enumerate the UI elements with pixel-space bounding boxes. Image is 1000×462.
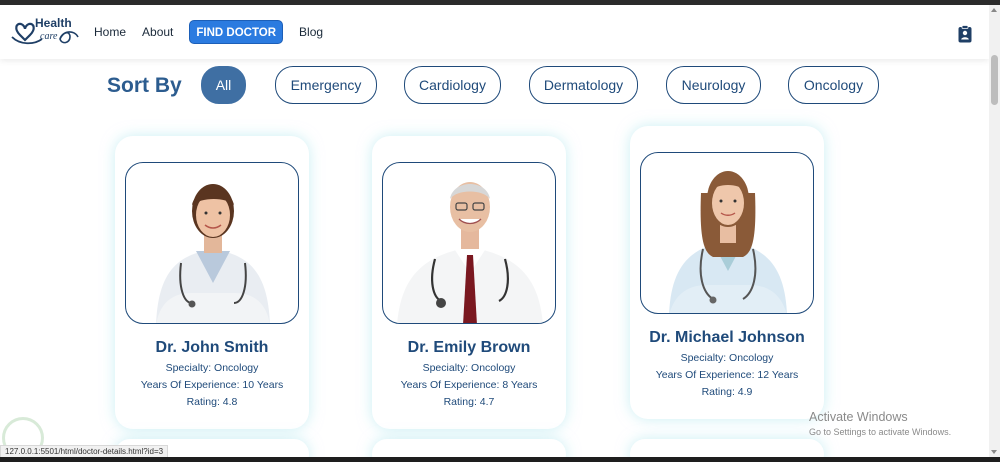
doctor-card[interactable]: Dr. John Smith Specialty: Oncology Years… <box>115 136 309 429</box>
scroll-up-arrow-icon[interactable] <box>991 8 997 12</box>
doctor-specialty: Specialty: Oncology <box>680 352 774 364</box>
health-care-logo[interactable]: Health care <box>10 15 80 49</box>
nav-blog-link[interactable]: Blog <box>299 20 323 44</box>
doctor-name: Dr. Emily Brown <box>407 339 531 356</box>
doctor-experience: Years Of Experience: 10 Years <box>140 379 284 391</box>
filter-chip-cardiology[interactable]: Cardiology <box>404 66 501 104</box>
page-viewport: Health care Home About FIND DOCTOR Blog … <box>0 5 989 457</box>
page-scrollbar[interactable] <box>989 5 1000 457</box>
doctor-photo <box>640 152 814 314</box>
logo-text-bottom: care <box>40 31 58 42</box>
filter-chip-dermatology[interactable]: Dermatology <box>529 66 638 104</box>
logo-text-top: Health <box>35 16 72 30</box>
doctor-rating: Rating: 4.8 <box>186 396 238 408</box>
sort-row: Sort By All Emergency Cardiology Dermato… <box>0 66 989 106</box>
find-doctor-button[interactable]: FIND DOCTOR <box>189 20 284 44</box>
filter-chip-oncology[interactable]: Oncology <box>788 66 879 104</box>
scroll-down-arrow-icon[interactable] <box>991 450 997 454</box>
doctor-card[interactable]: Dr. Michael Johnson Specialty: Oncology … <box>630 126 824 419</box>
doctor-specialty: Specialty: Oncology <box>165 362 259 374</box>
activate-windows-title: Activate Windows <box>809 410 908 424</box>
scrollbar-thumb[interactable] <box>991 55 998 105</box>
nav-home-link[interactable]: Home <box>94 20 126 44</box>
sort-title: Sort By <box>107 74 182 97</box>
doctor-name: Dr. Michael Johnson <box>649 329 805 346</box>
nav-links: Home About FIND DOCTOR Blog <box>94 20 339 44</box>
navbar: Health care Home About FIND DOCTOR Blog <box>0 5 989 59</box>
doctor-card-partial[interactable] <box>372 439 566 457</box>
filter-chip-neurology[interactable]: Neurology <box>666 66 761 104</box>
profile-clipboard-icon[interactable] <box>958 25 972 43</box>
nav-about-link[interactable]: About <box>142 20 173 44</box>
doctor-experience: Years Of Experience: 12 Years <box>655 369 799 381</box>
doctor-rating: Rating: 4.9 <box>701 386 753 398</box>
doctor-card-partial[interactable] <box>630 439 824 457</box>
taskbar-edge <box>0 457 1000 462</box>
doctor-experience: Years Of Experience: 8 Years <box>400 379 538 391</box>
doctor-specialty: Specialty: Oncology <box>422 362 516 374</box>
doctor-photo <box>382 162 556 324</box>
activate-windows-notice: Activate Windows Go to Settings to activ… <box>809 410 951 437</box>
doctor-card[interactable]: Dr. Emily Brown Specialty: Oncology Year… <box>372 136 566 429</box>
filter-chip-emergency[interactable]: Emergency <box>275 66 377 104</box>
doctor-photo <box>125 162 299 324</box>
doctor-rating: Rating: 4.7 <box>443 396 495 408</box>
filter-chip-all[interactable]: All <box>201 66 246 104</box>
activate-windows-subtitle: Go to Settings to activate Windows. <box>809 427 952 437</box>
doctor-name: Dr. John Smith <box>155 339 269 356</box>
